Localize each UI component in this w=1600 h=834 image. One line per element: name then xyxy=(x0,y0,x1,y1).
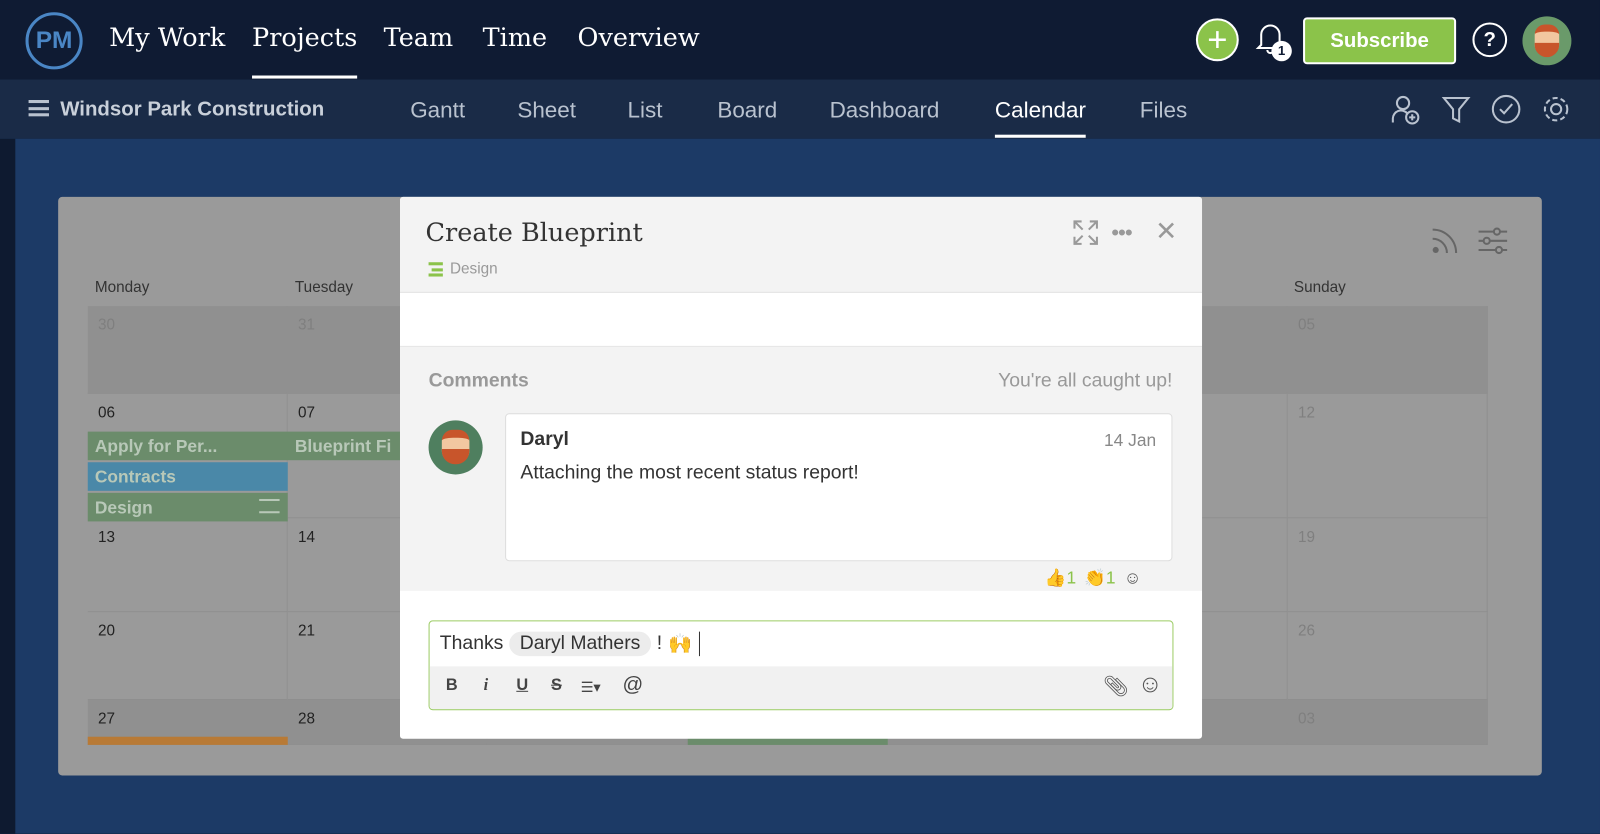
day-number: 14 xyxy=(297,528,315,546)
thumbs-up-reaction[interactable]: 👍1 xyxy=(1045,568,1076,588)
calendar-day-cell[interactable]: 19 xyxy=(1287,518,1488,613)
comment-card xyxy=(505,413,1173,562)
calendar-day-cell[interactable]: 30 xyxy=(87,306,288,394)
clap-reaction[interactable]: 👏1 xyxy=(1084,568,1115,588)
check-circle-icon[interactable] xyxy=(1491,94,1522,125)
calendar-day-cell[interactable]: 05 xyxy=(1287,306,1488,394)
calendar-day-cell[interactable]: 13 xyxy=(87,518,288,613)
text-cursor xyxy=(698,631,701,657)
editor-toolbar xyxy=(429,666,1173,710)
attachment-icon[interactable]: 📎︎ xyxy=(1103,673,1129,699)
underline-button[interactable]: U xyxy=(516,677,528,695)
day-header-monday: Monday xyxy=(94,278,150,296)
day-number: 06 xyxy=(97,404,115,422)
settings-icon[interactable] xyxy=(1541,94,1572,125)
calendar-day-cell[interactable]: 03 xyxy=(1287,699,1488,745)
day-number: 05 xyxy=(1297,316,1315,334)
mention-button[interactable]: @ xyxy=(622,673,643,696)
add-reaction-icon[interactable]: ☺ xyxy=(1124,568,1142,588)
mention-chip[interactable]: Daryl Mathers xyxy=(509,631,651,657)
expand-icon[interactable] xyxy=(1072,219,1099,246)
task-modal: Create Blueprint Design ••• ✕ Comments Y… xyxy=(399,196,1203,739)
comment-text: Attaching the most recent status report! xyxy=(520,462,859,484)
day-number: 07 xyxy=(297,404,315,422)
editor-text: ! xyxy=(656,632,663,655)
nav-time[interactable]: Time xyxy=(483,22,547,52)
add-icon[interactable]: + xyxy=(1195,18,1239,62)
day-number: 21 xyxy=(297,622,315,640)
rss-icon[interactable] xyxy=(1430,226,1461,257)
tab-files[interactable]: Files xyxy=(1140,97,1187,124)
editor-text: Thanks xyxy=(439,632,504,655)
tab-calendar[interactable]: Calendar xyxy=(994,97,1087,138)
tab-board[interactable]: Board xyxy=(717,97,777,124)
project-title[interactable]: Windsor Park Construction xyxy=(60,98,324,121)
task-title[interactable]: Create Blueprint xyxy=(426,217,643,247)
side-panel-handle[interactable] xyxy=(0,138,16,834)
raised-hands-emoji: 🙌 xyxy=(668,633,693,656)
day-header-tuesday: Tuesday xyxy=(294,278,354,296)
day-number: 27 xyxy=(97,710,115,728)
menu-icon[interactable] xyxy=(28,99,49,117)
day-number: 12 xyxy=(1297,404,1315,422)
user-avatar[interactable] xyxy=(1522,16,1572,66)
nav-overview[interactable]: Overview xyxy=(578,22,700,52)
event-bar[interactable] xyxy=(87,736,288,745)
task-group-icon xyxy=(428,262,443,277)
tab-sheet[interactable]: Sheet xyxy=(517,97,576,124)
day-number: 28 xyxy=(297,710,315,728)
nav-my-work[interactable]: My Work xyxy=(109,22,225,52)
bold-button[interactable]: B xyxy=(446,677,458,695)
day-number: 03 xyxy=(1297,710,1315,728)
more-options-icon[interactable]: ••• xyxy=(1111,219,1133,246)
day-number: 30 xyxy=(97,316,115,334)
event-contracts[interactable]: Contracts xyxy=(87,462,288,491)
day-number: 26 xyxy=(1297,622,1315,640)
strikethrough-button[interactable]: S xyxy=(551,677,562,695)
notifications-button[interactable]: 1 xyxy=(1255,20,1296,62)
tab-dashboard[interactable]: Dashboard xyxy=(830,97,940,124)
event-design[interactable]: Design xyxy=(87,492,288,522)
task-list-icon xyxy=(259,498,280,514)
logo[interactable]: PM xyxy=(25,12,83,70)
reactions: 👍1 👏1 ☺ xyxy=(1045,568,1142,590)
nav-team[interactable]: Team xyxy=(384,22,454,52)
event-label: Blueprint Fi xyxy=(294,436,392,457)
nav-projects[interactable]: Projects xyxy=(252,22,358,79)
italic-button[interactable]: i xyxy=(484,677,489,695)
add-user-icon[interactable] xyxy=(1390,94,1421,125)
notification-badge: 1 xyxy=(1271,40,1292,62)
calendar-day-cell[interactable]: 26 xyxy=(1287,612,1488,700)
event-label: Apply for Per... xyxy=(94,436,218,457)
sliders-icon[interactable] xyxy=(1477,226,1510,257)
comments-heading: Comments xyxy=(428,370,529,392)
subscribe-button[interactable]: Subscribe xyxy=(1303,17,1457,65)
calendar-day-cell[interactable]: 12 xyxy=(1287,393,1488,519)
event-label: Design xyxy=(94,497,153,518)
emoji-picker-icon[interactable]: ☺ xyxy=(1138,670,1163,699)
calendar-day-cell[interactable]: 20 xyxy=(87,612,288,700)
tab-gantt[interactable]: Gantt xyxy=(410,97,465,124)
comment-date: 14 Jan xyxy=(1104,430,1157,450)
comment-author: Daryl xyxy=(520,428,569,450)
day-number: 31 xyxy=(297,316,315,334)
comment-editor[interactable]: Thanks Daryl Mathers ! 🙌 B i U S ☰▾ @ 📎︎… xyxy=(428,620,1174,711)
day-header-sunday: Sunday xyxy=(1293,278,1346,296)
commenter-avatar xyxy=(428,420,483,475)
day-number: 13 xyxy=(97,528,115,546)
filter-icon[interactable] xyxy=(1441,94,1472,125)
day-number: 20 xyxy=(97,622,115,640)
day-number: 19 xyxy=(1297,528,1315,546)
close-icon[interactable]: ✕ xyxy=(1155,215,1177,247)
caught-up-status: You're all caught up! xyxy=(998,370,1173,392)
help-icon[interactable]: ? xyxy=(1472,22,1508,58)
comment-input[interactable]: Thanks Daryl Mathers ! 🙌 xyxy=(439,631,701,657)
parent-task-link[interactable]: Design xyxy=(450,260,498,277)
list-button[interactable]: ☰▾ xyxy=(581,679,601,696)
tab-list[interactable]: List xyxy=(628,97,663,124)
app: PM My Work Projects Team Time Overview +… xyxy=(0,0,1600,834)
